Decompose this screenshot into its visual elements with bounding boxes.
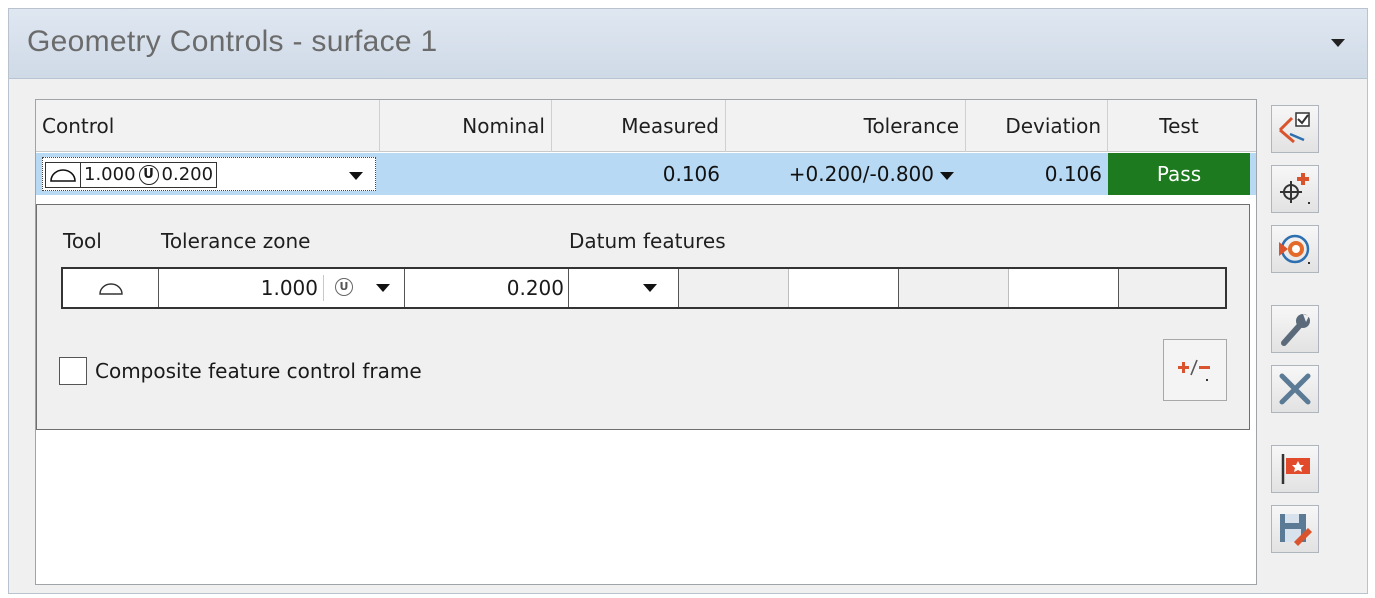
deviation-cell: 0.106 bbox=[1044, 162, 1102, 186]
chevron-down-icon[interactable] bbox=[349, 172, 363, 180]
unequal-modifier-icon[interactable]: U bbox=[335, 278, 353, 296]
control-details-panel: Tool Tolerance zone Datum features 1.000… bbox=[36, 204, 1250, 430]
second-value-cell[interactable]: 0.200 bbox=[405, 269, 569, 307]
column-header-control[interactable]: Control bbox=[36, 100, 380, 152]
tolerance-value: +0.200/-0.800 bbox=[788, 162, 934, 186]
composite-checkbox[interactable] bbox=[59, 357, 87, 385]
nominal-cell bbox=[380, 153, 546, 195]
feature-control-frame-editor: 1.000 U 0.200 bbox=[61, 267, 1227, 309]
fcf-second-value: 0.200 bbox=[161, 164, 214, 185]
column-header-tolerance[interactable]: Tolerance bbox=[726, 100, 966, 152]
panel-menu-arrow-icon[interactable] bbox=[1331, 39, 1345, 47]
plus-minus-button[interactable] bbox=[1163, 339, 1227, 401]
table-row[interactable]: 1.000 U 0.200 0.106 +0.200/-0.800 0.106 … bbox=[36, 153, 1256, 195]
fcf-tolerance-cell: 1.000 U 0.200 bbox=[81, 163, 216, 187]
fcf-tolerance-value: 1.000 bbox=[84, 164, 136, 185]
datum-cell[interactable] bbox=[679, 269, 789, 307]
feature-control-frame: 1.000 U 0.200 bbox=[45, 162, 218, 188]
datum-primary-cell[interactable] bbox=[569, 269, 679, 307]
column-header-test[interactable]: Test bbox=[1108, 100, 1250, 152]
flag-icon bbox=[1281, 454, 1310, 484]
column-header-deviation[interactable]: Deviation bbox=[966, 100, 1108, 152]
tool-cell[interactable] bbox=[63, 269, 159, 307]
chevron-down-icon[interactable] bbox=[643, 284, 657, 292]
title-bar: Geometry Controls - surface 1 bbox=[9, 9, 1367, 79]
column-header-measured[interactable]: Measured bbox=[552, 100, 726, 152]
datum-cell[interactable] bbox=[899, 269, 1009, 307]
tolerance-zone-cell[interactable]: 1.000 U bbox=[159, 269, 405, 307]
tool-label: Tool bbox=[63, 229, 102, 253]
delete-button[interactable] bbox=[1271, 365, 1319, 413]
delete-icon bbox=[1279, 373, 1311, 405]
tolerance-zone-label: Tolerance zone bbox=[161, 229, 311, 253]
profile-of-surface-icon bbox=[98, 283, 123, 295]
flag-button[interactable] bbox=[1271, 445, 1319, 493]
panel-title: Geometry Controls - surface 1 bbox=[27, 25, 438, 58]
rotate-target-icon bbox=[1279, 234, 1310, 264]
save-edit-button[interactable] bbox=[1271, 505, 1319, 553]
datum-cell[interactable] bbox=[1009, 269, 1119, 307]
column-header-nominal[interactable]: Nominal bbox=[380, 100, 552, 152]
wrench-icon bbox=[1281, 314, 1310, 346]
chevron-down-icon[interactable] bbox=[940, 171, 954, 180]
evaluate-checklist-icon bbox=[1278, 112, 1310, 144]
zone-divider bbox=[323, 275, 324, 301]
tolerance-cell[interactable]: +0.200/-0.800 bbox=[726, 153, 960, 195]
table-header: Control Nominal Measured Tolerance Devia… bbox=[36, 100, 1256, 152]
add-point-button[interactable] bbox=[1271, 165, 1319, 213]
tolerance-zone-value: 1.000 bbox=[260, 276, 318, 300]
control-combobox[interactable]: 1.000 U 0.200 bbox=[42, 157, 376, 191]
profile-of-surface-icon bbox=[46, 163, 81, 187]
geometry-controls-panel: Geometry Controls - surface 1 Control No… bbox=[8, 8, 1368, 594]
chevron-down-icon[interactable] bbox=[376, 284, 390, 292]
settings-button[interactable] bbox=[1271, 305, 1319, 353]
plus-minus-icon bbox=[1178, 359, 1210, 381]
unequal-modifier-icon: U bbox=[138, 165, 159, 185]
datum-features-label: Datum features bbox=[569, 229, 726, 253]
save-edit-icon bbox=[1280, 514, 1312, 546]
controls-table: Control Nominal Measured Tolerance Devia… bbox=[35, 99, 1257, 585]
datum-cell[interactable] bbox=[789, 269, 899, 307]
rotate-target-button[interactable] bbox=[1271, 225, 1319, 273]
composite-checkbox-label: Composite feature control frame bbox=[95, 359, 422, 383]
evaluate-button[interactable] bbox=[1271, 105, 1319, 153]
add-point-icon bbox=[1280, 173, 1310, 204]
status-badge: Pass bbox=[1108, 153, 1250, 195]
datum-cell[interactable] bbox=[1119, 269, 1225, 307]
measured-cell: 0.106 bbox=[662, 162, 720, 186]
